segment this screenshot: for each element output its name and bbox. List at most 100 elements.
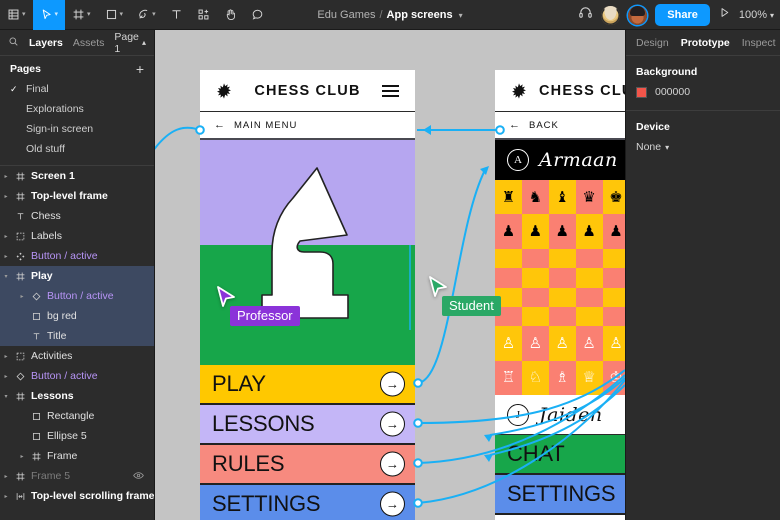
page-item-sign-in-screen[interactable]: Sign-in screen <box>0 119 154 139</box>
breadcrumb-file[interactable]: App screens <box>387 9 453 21</box>
board-square[interactable]: ♙ <box>549 326 576 360</box>
chess-piece[interactable]: ♟ <box>502 224 515 239</box>
chevron-right-icon[interactable]: ▸ <box>0 373 12 380</box>
board-square[interactable] <box>522 307 549 326</box>
tab-prototype[interactable]: Prototype <box>681 37 730 49</box>
chevron-right-icon[interactable]: ▸ <box>0 233 12 240</box>
nav-bar-screen1[interactable]: ← MAIN MENU <box>200 112 415 140</box>
board-square[interactable] <box>603 288 626 307</box>
page-item-final[interactable]: ✓ Final <box>0 79 154 99</box>
chess-piece[interactable]: ♘ <box>529 370 542 385</box>
board-square[interactable]: ♖ <box>495 361 522 395</box>
headphones-icon[interactable] <box>578 5 593 25</box>
chess-piece[interactable]: ♕ <box>582 370 595 385</box>
board-square[interactable] <box>495 249 522 268</box>
chess-piece[interactable]: ♜ <box>502 190 515 205</box>
board-square[interactable]: ♔ <box>603 361 626 395</box>
tab-inspect[interactable]: Inspect <box>742 37 776 49</box>
board-square[interactable] <box>576 268 603 287</box>
resources-icon[interactable] <box>190 0 217 30</box>
board-square[interactable]: ♗ <box>549 361 576 395</box>
board-square[interactable]: ♟ <box>522 214 549 248</box>
chevron-down-icon[interactable]: ▾ <box>459 11 463 20</box>
layer-row-button-active[interactable]: ▸Button / active <box>0 246 154 266</box>
menu-row-lessons[interactable]: LESSONS → <box>200 405 415 445</box>
layer-row-labels[interactable]: ▸Labels <box>0 226 154 246</box>
page-item-explorations[interactable]: Explorations <box>0 99 154 119</box>
device-selector[interactable]: None ▾ <box>636 141 770 153</box>
nav-bar-screen2[interactable]: ← BACK <box>495 112 625 140</box>
avatar-collaborator-1[interactable] <box>601 6 620 25</box>
chevron-right-icon[interactable]: ▸ <box>0 193 12 200</box>
menu-arrow-lessons[interactable]: → <box>380 412 405 437</box>
chevron-right-icon[interactable]: ▸ <box>16 453 28 460</box>
layer-row-screen-1[interactable]: ▸Screen 1 <box>0 166 154 186</box>
avatar-collaborator-2[interactable] <box>628 6 647 25</box>
chess-piece[interactable]: ♙ <box>582 336 595 351</box>
layer-row-top-level-scrolling-frame[interactable]: ▸Top-level scrolling frame <box>0 486 154 506</box>
menu-icon[interactable]: ▾ <box>0 0 33 30</box>
board-square[interactable] <box>522 249 549 268</box>
hand-tool-icon[interactable] <box>217 0 244 30</box>
text-tool-icon[interactable] <box>163 0 190 30</box>
board-square[interactable]: ♞ <box>522 180 549 214</box>
menu-row-play[interactable]: PLAY → <box>200 365 415 405</box>
zoom-level-selector[interactable]: 100% ▾ <box>739 9 774 21</box>
tab-design[interactable]: Design <box>636 37 669 49</box>
board-square[interactable]: ♙ <box>576 326 603 360</box>
artboard-screen-1[interactable]: CHESS CLUB ← MAIN MENU PLAY → LESSONS <box>200 70 415 520</box>
chess-piece[interactable]: ♟ <box>609 224 622 239</box>
board-square[interactable]: ♚ <box>603 180 626 214</box>
chevron-right-icon[interactable]: ▸ <box>0 253 12 260</box>
board-square[interactable] <box>549 268 576 287</box>
board-square[interactable]: ♝ <box>549 180 576 214</box>
layer-row-button-active[interactable]: ▸Button / active <box>0 286 154 306</box>
background-color-row[interactable]: 000000 <box>636 86 770 98</box>
pen-tool-icon[interactable]: ▾ <box>130 0 163 30</box>
page-item-old-stuff[interactable]: Old stuff <box>0 139 154 159</box>
layer-row-lessons[interactable]: ▾Lessons <box>0 386 154 406</box>
layer-row-ellipse-5[interactable]: Ellipse 5 <box>0 426 154 446</box>
board-square[interactable] <box>495 288 522 307</box>
menu-row-rules[interactable]: RULES → <box>200 445 415 485</box>
chess-piece[interactable]: ♙ <box>502 336 515 351</box>
chess-piece[interactable]: ♔ <box>609 370 622 385</box>
add-page-icon[interactable]: + <box>136 64 144 74</box>
board-square[interactable]: ♙ <box>603 326 626 360</box>
chess-piece[interactable]: ♙ <box>529 336 542 351</box>
layer-row-rectangle[interactable]: Rectangle <box>0 406 154 426</box>
board-square[interactable] <box>576 307 603 326</box>
chess-piece[interactable]: ♙ <box>555 336 568 351</box>
layer-row-button-active[interactable]: ▸Button / active <box>0 366 154 386</box>
back-arrow-icon[interactable]: ← <box>509 119 521 131</box>
comment-tool-icon[interactable] <box>244 0 271 30</box>
artboard-screen-2[interactable]: CHESS CLUB ← BACK A Armaan ♜♞♝♛♚♝♞♜♟♟♟♟♟… <box>495 70 625 520</box>
board-square[interactable]: ♜ <box>495 180 522 214</box>
chess-piece[interactable]: ♞ <box>529 190 542 205</box>
chess-piece[interactable]: ♛ <box>582 190 595 205</box>
shape-tool-icon[interactable]: ▾ <box>98 0 131 30</box>
menu-arrow-settings[interactable]: → <box>380 492 405 517</box>
tab-layers[interactable]: Layers <box>29 37 63 49</box>
board-square[interactable] <box>549 307 576 326</box>
background-color-value[interactable]: 000000 <box>655 86 690 98</box>
layer-row-title[interactable]: Title <box>0 326 154 346</box>
board-square[interactable] <box>576 288 603 307</box>
board-square[interactable]: ♟ <box>576 214 603 248</box>
board-square[interactable] <box>549 249 576 268</box>
canvas-area[interactable]: CHESS CLUB ← MAIN MENU PLAY → LESSONS <box>155 30 625 520</box>
chevron-right-icon[interactable]: ▸ <box>0 473 12 480</box>
board-square[interactable] <box>576 249 603 268</box>
layer-row-frame[interactable]: ▸Frame <box>0 446 154 466</box>
board-square[interactable] <box>549 288 576 307</box>
chess-piece[interactable]: ♟ <box>582 224 595 239</box>
layer-row-bg-red[interactable]: bg red <box>0 306 154 326</box>
layer-row-top-level-frame[interactable]: ▸Top-level frame <box>0 186 154 206</box>
breadcrumb[interactable]: Edu Games / App screens ▾ <box>317 9 462 21</box>
back-arrow-icon[interactable]: ← <box>214 119 226 131</box>
move-tool-icon[interactable]: ▾ <box>33 0 66 30</box>
menu-arrow-play[interactable]: → <box>380 372 405 397</box>
menu-row-settings[interactable]: SETTINGS → <box>200 485 415 520</box>
board-square[interactable] <box>522 288 549 307</box>
chevron-right-icon[interactable]: ▸ <box>0 353 12 360</box>
